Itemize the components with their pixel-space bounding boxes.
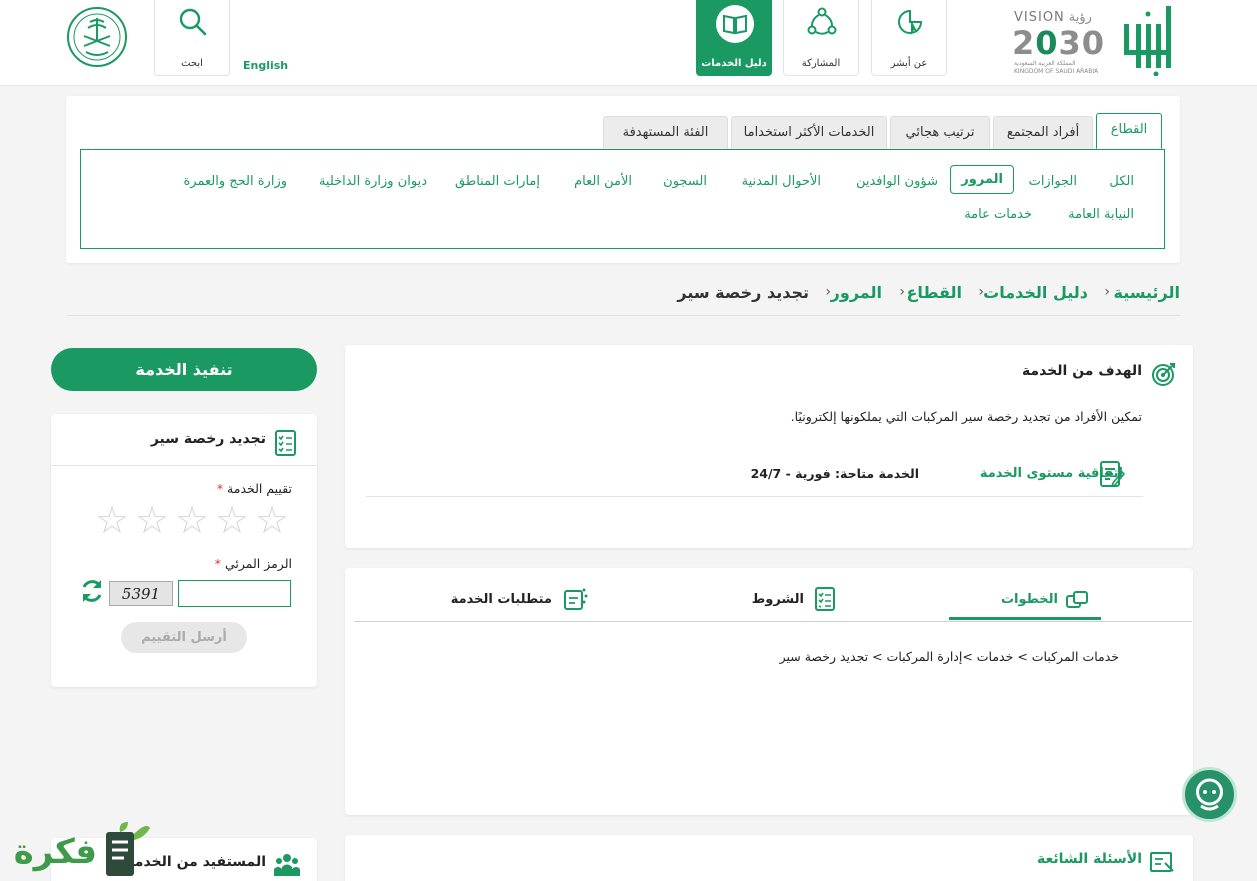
faq-title[interactable]: الأسئلة الشائعة	[1037, 851, 1142, 867]
breadcrumb-separator: ‹	[978, 284, 984, 300]
service-details-card: الخطوات الشروط متطلبات الخدمة خدمات المر…	[345, 568, 1193, 815]
language-link[interactable]: English	[243, 59, 288, 72]
top-header: VISION رؤية 2030 المملكة العربية السعودية…	[0, 0, 1257, 86]
tab-most-used[interactable]: الخدمات الأكثر استخداما	[731, 116, 887, 150]
windows-icon	[1066, 591, 1088, 608]
rating-card-divider	[51, 465, 317, 466]
rating-star-icon[interactable]: ☆	[255, 501, 289, 539]
sector-traffic[interactable]: المرور	[950, 165, 1014, 194]
service-goal-card: الهدف من الخدمة تمكين الأفراد من تجديد ر…	[345, 345, 1193, 548]
people-icon	[274, 854, 300, 876]
search-icon	[179, 8, 207, 36]
faq-card: الأسئلة الشائعة	[345, 835, 1193, 881]
nav-label: عن أبشر	[890, 58, 928, 69]
captcha-image: 5391	[109, 581, 173, 606]
active-tab-indicator	[949, 617, 1101, 620]
nav-label: دليل الخدمات	[701, 58, 767, 69]
sector-public-security[interactable]: الأمن العام	[574, 174, 632, 189]
sector-list	[80, 149, 1165, 249]
tab-steps[interactable]: الخطوات	[1001, 592, 1058, 607]
goal-divider	[366, 496, 1143, 497]
sector-passports[interactable]: الجوازات	[1029, 174, 1077, 189]
checklist-icon	[815, 587, 835, 611]
nav-label: المشاركة	[801, 58, 841, 69]
tab-community-members[interactable]: أفراد المجتمع	[993, 116, 1093, 150]
sla-link[interactable]: اتفاقية مستوى الخدمة	[980, 466, 1123, 481]
sector-hajj-umrah[interactable]: وزارة الحج والعمرة	[184, 174, 288, 189]
breadcrumb-sector[interactable]: القطاع	[906, 283, 962, 302]
sector-regional-emirates[interactable]: إمارات المناطق	[455, 174, 540, 189]
sector-prisons[interactable]: السجون	[663, 174, 707, 189]
sector-civil-affairs[interactable]: الأحوال المدنية	[742, 174, 821, 189]
breadcrumb-separator: ‹	[899, 284, 905, 300]
tabs-baseline	[354, 621, 1192, 622]
rating-card-title: تجديد رخصة سير	[150, 431, 266, 447]
search-button[interactable]: ابحث	[154, 0, 230, 76]
steps-path: خدمات المركبات > خدمات >إدارة المركبات >…	[779, 649, 1119, 664]
requirements-icon	[564, 588, 588, 610]
tab-alphabetical[interactable]: ترتيب هجائي	[890, 116, 990, 150]
breadcrumb-services-guide[interactable]: دليل الخدمات	[983, 283, 1088, 302]
rating-star-icon[interactable]: ☆	[95, 501, 129, 539]
watermark-book-icon	[106, 822, 150, 876]
tab-sector[interactable]: القطاع	[1096, 113, 1162, 149]
network-icon	[807, 7, 837, 35]
target-icon	[1152, 363, 1175, 386]
send-rating-button[interactable]: أرسل التقييم	[121, 622, 247, 653]
captcha-label: الرمز المرئي *	[214, 556, 292, 571]
breadcrumb-separator: ‹	[825, 284, 831, 300]
captcha-input[interactable]	[178, 580, 291, 607]
breadcrumb-current: تجديد رخصة سير	[677, 283, 809, 302]
nav-participation[interactable]: المشاركة	[783, 0, 859, 76]
chatbot-icon	[1196, 778, 1223, 811]
watermark-text: فكرة	[13, 832, 97, 872]
breadcrumb-home[interactable]: الرئيسية	[1114, 283, 1181, 302]
nav-services-guide[interactable]: دليل الخدمات	[696, 0, 772, 76]
rating-label: تقييم الخدمة *	[216, 481, 292, 496]
faq-icon	[1150, 852, 1174, 872]
breadcrumb-traffic[interactable]: المرور	[831, 283, 882, 302]
absher-logo[interactable]	[1118, 6, 1174, 76]
vision-2030-logo: VISION رؤية 2030 المملكة العربية السعودية…	[1012, 10, 1106, 75]
nav-about-absher[interactable]: عن أبشر	[871, 0, 947, 76]
tab-requirements[interactable]: متطلبات الخدمة	[451, 592, 552, 607]
watermark-logo: فكرة	[0, 818, 160, 881]
rating-star-icon[interactable]: ☆	[175, 501, 209, 539]
pie-pointer-icon	[898, 9, 923, 35]
tab-target-group[interactable]: الفئة المستهدفة	[603, 116, 728, 150]
sector-all[interactable]: الكل	[1109, 174, 1134, 189]
ministry-emblem-icon[interactable]	[66, 6, 128, 68]
book-icon	[716, 5, 754, 43]
sector-general-services[interactable]: خدمات عامة	[964, 207, 1032, 222]
goal-text: تمكين الأفراد من تجديد رخصة سير المركبات…	[790, 409, 1142, 424]
sector-public-prosecution[interactable]: النيابة العامة	[1068, 207, 1134, 222]
refresh-icon[interactable]	[79, 577, 105, 605]
sector-expatriates[interactable]: شؤون الوافدين	[856, 174, 938, 189]
rating-star-icon[interactable]: ☆	[215, 501, 249, 539]
tab-conditions[interactable]: الشروط	[752, 592, 804, 607]
search-label: ابحث	[181, 58, 203, 69]
checklist-icon	[275, 430, 296, 456]
rating-star-icon[interactable]: ☆	[135, 501, 169, 539]
chatbot-button[interactable]	[1182, 767, 1237, 822]
breadcrumb-separator: ‹	[1104, 284, 1110, 300]
goal-title: الهدف من الخدمة	[1021, 363, 1142, 379]
breadcrumb-divider	[66, 315, 1180, 316]
execute-service-button[interactable]: تنفيذ الخدمة	[51, 348, 317, 391]
availability-text: الخدمة متاحة: فورية - 24/7	[750, 466, 919, 481]
sector-moi-court[interactable]: ديوان وزارة الداخلية	[319, 174, 427, 189]
